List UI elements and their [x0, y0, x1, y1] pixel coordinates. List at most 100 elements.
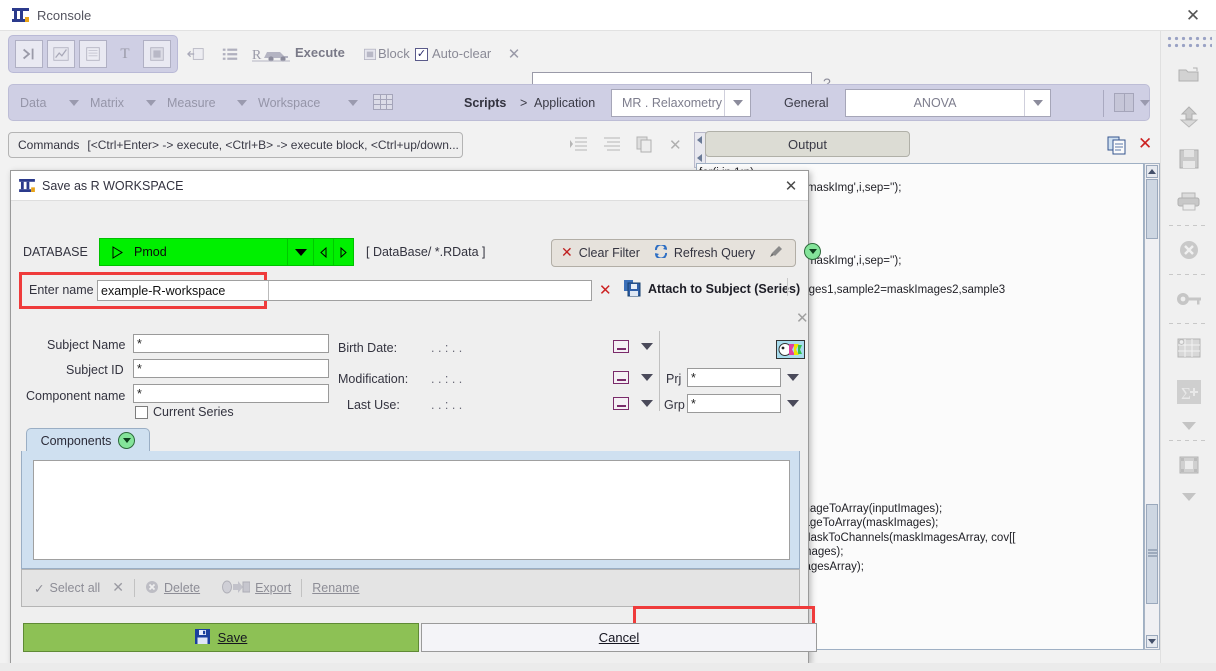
grp-chevron-down-icon[interactable] [787, 400, 799, 407]
plot-icon[interactable] [47, 40, 75, 68]
output-tab[interactable]: Output [705, 131, 910, 157]
brush-icon[interactable] [769, 245, 783, 261]
output-close-icon[interactable]: ✕ [1138, 134, 1152, 154]
sigma-plus-icon[interactable]: Σ [1161, 369, 1216, 415]
chevron-down-icon[interactable] [1161, 415, 1216, 437]
secondary-close-icon[interactable]: ✕ [796, 309, 809, 327]
commands-indent-left-icon[interactable] [603, 136, 621, 152]
menu-data-chevron-down-icon[interactable] [69, 100, 79, 106]
dialog-close-button[interactable]: ✕ [780, 175, 802, 197]
enter-name-input[interactable]: example-R-workspace [97, 280, 592, 301]
layout-icon[interactable] [1114, 93, 1134, 112]
database-next-icon[interactable] [333, 239, 353, 265]
export-button[interactable]: Export [222, 580, 291, 597]
clear-filter-label[interactable]: Clear Filter [579, 246, 640, 260]
prj-input[interactable]: * [687, 368, 781, 387]
chevron-down-icon-2[interactable] [1161, 486, 1216, 508]
script-combo-chevron-down-icon[interactable] [724, 90, 750, 116]
menu-measure-chevron-down-icon[interactable] [237, 100, 247, 106]
commands-copy-icon[interactable] [636, 136, 654, 153]
name-clear-icon[interactable]: ✕ [599, 281, 612, 299]
green-chevron-down-icon[interactable] [804, 243, 821, 260]
grp-input[interactable]: * [687, 394, 781, 413]
database-combo[interactable]: Pmod [99, 238, 354, 266]
table-icon[interactable] [373, 94, 393, 110]
delete-button[interactable]: Delete [145, 580, 200, 597]
birth-date-value[interactable]: . . : . . [431, 341, 462, 355]
save-button[interactable]: Save [23, 623, 419, 652]
close-circle-icon[interactable] [1161, 229, 1216, 271]
stop-icon[interactable] [143, 40, 171, 68]
list-icon[interactable] [216, 40, 244, 68]
scroll-thumb[interactable] [1146, 504, 1158, 604]
modification-value[interactable]: . . : . . [431, 372, 462, 386]
floppy-save-icon[interactable] [1161, 138, 1216, 180]
subject-id-input[interactable]: * [133, 359, 329, 378]
modification-chevron-down-icon[interactable] [641, 374, 653, 381]
current-series-checkbox[interactable] [135, 406, 148, 419]
components-list[interactable] [33, 460, 790, 560]
database-prev-icon[interactable] [313, 239, 333, 265]
breadcrumb-scripts[interactable]: Scripts [464, 96, 506, 110]
commands-bar[interactable]: Commands [<Ctrl+Enter> -> execute, <Ctrl… [8, 132, 463, 158]
auto-clear-checkbox[interactable]: ✓ [415, 48, 428, 61]
settings-key-icon[interactable] [1161, 278, 1216, 320]
tab-components[interactable]: Components [26, 428, 150, 452]
block-label[interactable]: Block [378, 46, 410, 61]
window-close-button[interactable]: ✕ [1170, 0, 1216, 31]
menu-matrix[interactable]: Matrix [90, 96, 124, 110]
attach-save-icon[interactable] [624, 280, 641, 300]
last-use-chevron-down-icon[interactable] [641, 400, 653, 407]
component-name-input[interactable]: * [133, 384, 329, 403]
scroll-thumb-top[interactable] [1146, 179, 1158, 239]
commands-close-icon[interactable]: ✕ [669, 136, 682, 154]
drag-handle-dots[interactable] [1165, 35, 1212, 48]
breadcrumb-application[interactable]: Application [534, 96, 595, 110]
print-icon[interactable] [1161, 180, 1216, 222]
transfer-icon[interactable] [1161, 444, 1216, 486]
load-down-icon[interactable] [1161, 96, 1216, 138]
refresh-icon[interactable] [654, 243, 668, 261]
play-icon[interactable] [100, 245, 134, 259]
last-use-picker-icon[interactable] [613, 397, 629, 410]
prj-chevron-down-icon[interactable] [787, 374, 799, 381]
table-icon[interactable] [1161, 327, 1216, 369]
select-all-button[interactable]: ✓ Select all [34, 581, 100, 596]
r-car-icon[interactable]: R [252, 40, 292, 68]
layout-chevron-down-icon[interactable] [1140, 100, 1150, 106]
output-copy-icon[interactable] [1107, 136, 1127, 158]
console-prompt-icon[interactable] [15, 40, 43, 68]
birth-date-chevron-down-icon[interactable] [641, 343, 653, 350]
open-folder-icon[interactable] [1161, 54, 1216, 96]
execute-label[interactable]: Execute [295, 45, 345, 60]
cancel-button[interactable]: Cancel [421, 623, 817, 652]
auto-clear-label[interactable]: Auto-clear [432, 46, 491, 61]
general-combo[interactable]: ANOVA [845, 89, 1051, 117]
deselect-icon[interactable]: ✕ [112, 580, 124, 596]
general-combo-chevron-down-icon[interactable] [1024, 90, 1050, 116]
red-x-icon[interactable]: ✕ [561, 245, 573, 261]
attach-to-subject-label[interactable]: Attach to Subject (Series) [648, 282, 800, 296]
last-use-value[interactable]: . . : . . [431, 398, 462, 412]
output-vertical-scrollbar[interactable] [1144, 163, 1160, 650]
current-series-label[interactable]: Current Series [153, 405, 234, 419]
page-icon[interactable] [79, 40, 107, 68]
commands-indent-right-icon[interactable] [570, 136, 588, 152]
clear-x-icon[interactable]: ✕ [500, 40, 528, 68]
tab-chevron-down-icon[interactable] [118, 432, 136, 449]
text-icon[interactable]: T [111, 40, 139, 68]
indent-icon[interactable] [182, 40, 210, 68]
menu-workspace[interactable]: Workspace [258, 96, 320, 110]
color-palette-icon[interactable] [776, 340, 805, 359]
database-chevron-down-icon[interactable] [287, 239, 313, 265]
refresh-query-label[interactable]: Refresh Query [674, 246, 755, 260]
birth-date-picker-icon[interactable] [613, 340, 629, 353]
rename-button[interactable]: Rename [312, 581, 359, 595]
menu-matrix-chevron-down-icon[interactable] [146, 100, 156, 106]
menu-workspace-chevron-down-icon[interactable] [348, 100, 358, 106]
menu-data[interactable]: Data [20, 96, 46, 110]
subject-name-input[interactable]: * [133, 334, 329, 353]
script-combo[interactable]: MR . Relaxometry [611, 89, 751, 117]
scroll-up-icon[interactable] [1146, 165, 1158, 178]
scroll-down-icon[interactable] [1146, 635, 1158, 648]
